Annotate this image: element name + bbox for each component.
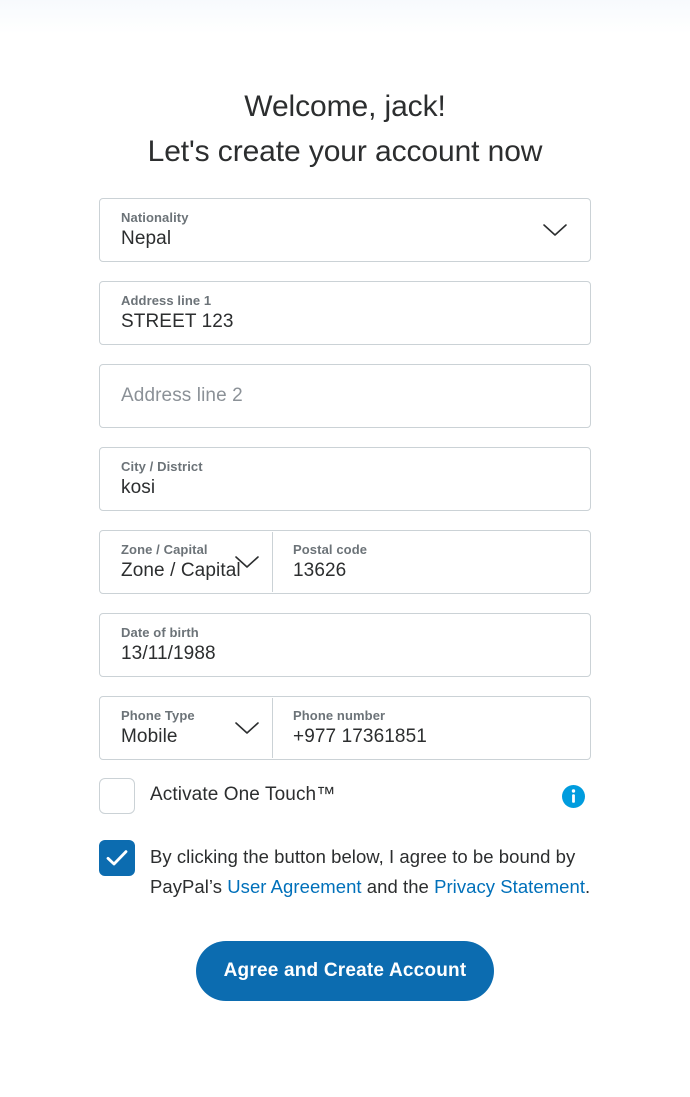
chevron-down-icon[interactable] xyxy=(542,223,568,237)
date-of-birth-value: 13/11/1988 xyxy=(121,643,216,664)
date-of-birth-label: Date of birth xyxy=(121,625,199,640)
date-of-birth-field[interactable]: Date of birth 13/11/1988 xyxy=(99,613,591,677)
nationality-value: Nepal xyxy=(121,228,172,249)
postal-code-value: 13626 xyxy=(293,560,347,581)
zone-capital-select[interactable]: Zone / Capital Zone / Capital xyxy=(100,531,272,593)
agree-and-create-account-button[interactable]: Agree and Create Account xyxy=(195,941,495,1001)
welcome-line: Welcome, jack! xyxy=(244,90,446,123)
subtitle-line: Let's create your account now xyxy=(147,135,543,168)
phone-number-label: Phone number xyxy=(293,708,386,723)
chevron-down-icon[interactable] xyxy=(234,721,260,735)
nationality-select[interactable]: Nationality Nepal xyxy=(99,198,591,262)
zone-capital-label: Zone / Capital xyxy=(121,542,208,557)
address-line-1-field[interactable]: Address line 1 STREET 123 xyxy=(99,281,591,345)
address-line-2-placeholder: Address line 2 xyxy=(121,385,243,406)
zone-postal-row: Zone / Capital Zone / Capital Postal cod… xyxy=(99,530,591,594)
chevron-down-icon[interactable] xyxy=(234,555,260,569)
one-touch-checkbox[interactable] xyxy=(99,778,135,814)
nationality-label: Nationality xyxy=(121,210,189,225)
city-district-label: City / District xyxy=(121,459,203,474)
phone-number-field[interactable]: Phone number +977 17361851 xyxy=(272,697,590,759)
privacy-statement-link[interactable]: Privacy Statement xyxy=(434,876,585,897)
address-line-1-label: Address line 1 xyxy=(121,293,212,308)
phone-row: Phone Type Mobile Phone number +977 1736… xyxy=(99,696,591,760)
address-line-1-value: STREET 123 xyxy=(121,311,234,332)
phone-type-select[interactable]: Phone Type Mobile xyxy=(100,697,272,759)
agreement-text-part-3: . xyxy=(585,876,591,897)
user-agreement-link[interactable]: User Agreement xyxy=(227,876,361,897)
phone-number-value: +977 17361851 xyxy=(293,726,427,747)
signup-page: Welcome, jack! Let's create your account… xyxy=(0,0,690,1097)
one-touch-label: Activate One Touch™ xyxy=(150,784,336,805)
info-circle-icon[interactable] xyxy=(562,785,585,808)
check-icon xyxy=(106,850,128,866)
city-district-value: kosi xyxy=(121,477,156,498)
submit-row: Agree and Create Account xyxy=(0,941,690,1001)
one-touch-row: Activate One Touch™ xyxy=(99,778,591,818)
zone-capital-value: Zone / Capital xyxy=(121,560,241,581)
agreement-checkbox[interactable] xyxy=(99,840,135,876)
agreement-text: By clicking the button below, I agree to… xyxy=(150,842,591,902)
page-top-gradient xyxy=(0,0,690,34)
page-title: Welcome, jack! Let's create your account… xyxy=(0,84,690,174)
address-line-2-field[interactable]: Address line 2 xyxy=(99,364,591,428)
postal-code-label: Postal code xyxy=(293,542,368,557)
phone-type-label: Phone Type xyxy=(121,708,195,723)
signup-form: Nationality Nepal Address line 1 STREET … xyxy=(99,198,591,779)
postal-code-field[interactable]: Postal code 13626 xyxy=(272,531,590,593)
phone-type-value: Mobile xyxy=(121,726,178,747)
city-district-field[interactable]: City / District kosi xyxy=(99,447,591,511)
agreement-text-part-2: and the xyxy=(361,876,435,897)
